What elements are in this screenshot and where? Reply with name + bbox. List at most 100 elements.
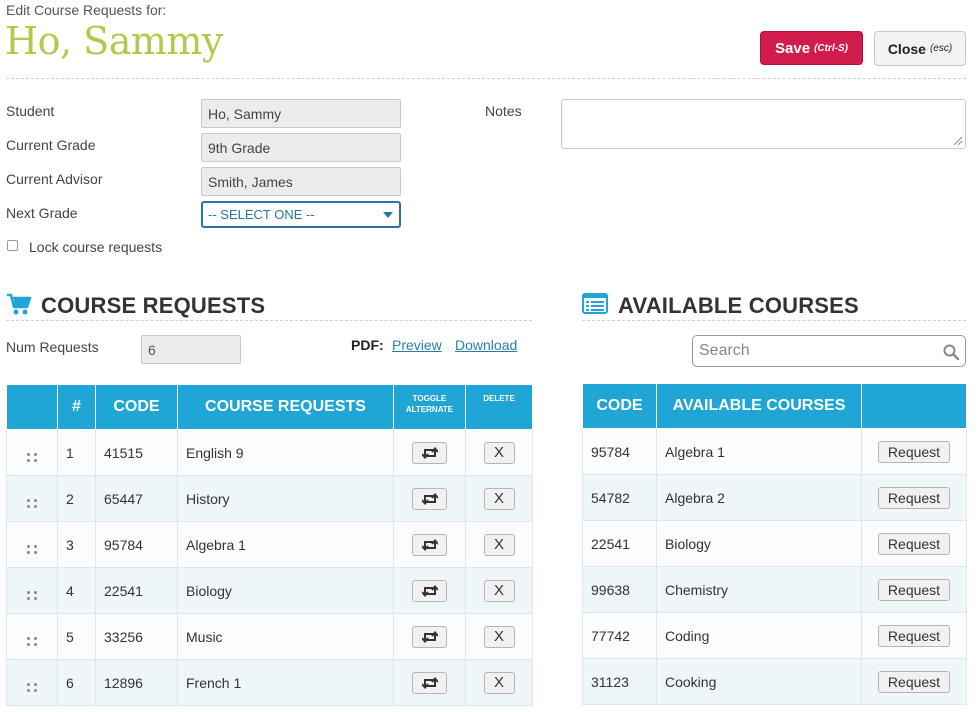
search-placeholder: Search	[699, 342, 750, 359]
header-divider	[6, 78, 966, 79]
delete-button[interactable]: X	[483, 671, 515, 694]
drag-handle-icon[interactable]	[26, 545, 38, 554]
notes-label: Notes	[485, 103, 522, 119]
request-button[interactable]: Request	[878, 578, 950, 601]
notes-textarea[interactable]	[561, 99, 966, 149]
delete-cell: X	[465, 429, 533, 476]
student-label: Student	[6, 103, 55, 119]
page-subtitle: Edit Course Requests for:	[6, 2, 167, 18]
resize-handle-icon[interactable]	[954, 137, 962, 145]
pdf-preview-link[interactable]: Preview	[392, 337, 442, 353]
available-course-name: Chemistry	[656, 566, 862, 613]
request-button[interactable]: Request	[878, 440, 950, 463]
pdf-label: PDF:	[351, 337, 384, 353]
close-button[interactable]: Close (esc)	[874, 31, 966, 66]
current-advisor-label: Current Advisor	[6, 171, 103, 187]
request-number: 4	[57, 567, 96, 614]
available-code: 54782	[582, 474, 657, 521]
toggle-alternate-button[interactable]	[412, 441, 447, 464]
delete-cell: X	[465, 659, 533, 706]
col-drag	[6, 384, 58, 430]
current-grade-label: Current Grade	[6, 137, 96, 153]
drag-cell	[6, 659, 58, 706]
retweet-icon	[421, 584, 438, 597]
search-icon[interactable]	[943, 344, 959, 360]
course-requests-divider	[6, 320, 532, 321]
toggle-cell	[393, 659, 466, 706]
delete-cell: X	[465, 567, 533, 614]
request-code: 65447	[95, 475, 178, 522]
course-request-row: 5 33256 Music X	[6, 613, 533, 660]
drag-handle-icon[interactable]	[26, 453, 38, 462]
drag-handle-icon[interactable]	[26, 591, 38, 600]
delete-button[interactable]: X	[483, 625, 515, 648]
lock-requests-label: Lock course requests	[29, 239, 163, 255]
request-number: 1	[57, 429, 96, 476]
course-requests-title: COURSE REQUESTS	[41, 293, 266, 318]
available-course-name: Coding	[656, 612, 862, 659]
drag-cell	[6, 613, 58, 660]
request-number: 6	[57, 659, 96, 706]
toggle-alternate-button[interactable]	[412, 671, 447, 694]
course-request-row: 4 22541 Biology X	[6, 567, 533, 614]
next-grade-label: Next Grade	[6, 205, 78, 221]
student-name-title: Ho, Sammy	[5, 19, 223, 63]
search-input[interactable]: Search	[692, 335, 966, 367]
course-request-row: 1 41515 English 9 X	[6, 429, 533, 476]
toggle-alternate-button[interactable]	[412, 625, 447, 648]
current-grade-field: 9th Grade	[201, 133, 401, 162]
request-course-name: Music	[177, 613, 394, 660]
save-label: Save	[775, 39, 811, 57]
available-course-row: 99638 Chemistry Request	[582, 566, 967, 613]
num-requests-label: Num Requests	[6, 339, 99, 355]
available-course-name: Biology	[656, 520, 862, 567]
drag-handle-icon[interactable]	[26, 683, 38, 692]
drag-cell	[6, 521, 58, 568]
col-delete: DELETE	[465, 384, 533, 430]
available-course-name: Algebra 1	[656, 428, 862, 475]
drag-handle-icon[interactable]	[26, 499, 38, 508]
request-button[interactable]: Request	[878, 486, 950, 509]
close-label: Close	[887, 40, 926, 57]
toggle-alternate-button[interactable]	[412, 579, 447, 602]
available-course-name: Cooking	[656, 658, 862, 705]
request-code: 12896	[95, 659, 178, 706]
delete-button[interactable]: X	[483, 579, 515, 602]
toggle-alternate-button[interactable]	[412, 533, 447, 556]
drag-cell	[6, 475, 58, 522]
next-grade-select[interactable]: -- SELECT ONE --	[201, 201, 401, 228]
toggle-cell	[393, 475, 466, 522]
drag-handle-icon[interactable]	[26, 637, 38, 646]
request-button[interactable]: Request	[878, 532, 950, 555]
col-toggle-alternate: TOGGLE ALTERNATE	[393, 384, 466, 430]
request-cell: Request	[861, 566, 967, 613]
course-request-row: 2 65447 History X	[6, 475, 533, 522]
request-number: 5	[57, 613, 96, 660]
pdf-download-link[interactable]: Download	[455, 337, 517, 353]
available-course-row: 31123 Cooking Request	[582, 658, 967, 705]
delete-button[interactable]: X	[483, 487, 515, 510]
toggle-alternate-button[interactable]	[412, 487, 447, 510]
chevron-down-icon	[383, 212, 393, 218]
available-course-name: Algebra 2	[656, 474, 862, 521]
request-course-name: History	[177, 475, 394, 522]
save-button[interactable]: Save (Ctrl-S)	[760, 31, 863, 65]
col-available-courses: AVAILABLE COURSES	[656, 383, 862, 429]
lock-requests-checkbox[interactable]	[7, 240, 18, 251]
toggle-cell	[393, 613, 466, 660]
delete-button[interactable]: X	[483, 533, 515, 556]
shopping-cart-icon	[7, 293, 32, 315]
request-button[interactable]: Request	[878, 670, 950, 693]
request-cell: Request	[861, 658, 967, 705]
retweet-icon	[421, 446, 438, 459]
request-button[interactable]: Request	[878, 624, 950, 647]
available-code: 99638	[582, 566, 657, 613]
retweet-icon	[421, 630, 438, 643]
toggle-cell	[393, 429, 466, 476]
request-course-name: English 9	[177, 429, 394, 476]
close-shortcut-hint: (esc)	[929, 43, 953, 54]
num-requests-field: 6	[141, 335, 241, 364]
course-requests-table: # CODE COURSE REQUESTS TOGGLE ALTERNATE …	[6, 384, 533, 706]
request-code: 41515	[95, 429, 178, 476]
delete-button[interactable]: X	[483, 441, 515, 464]
